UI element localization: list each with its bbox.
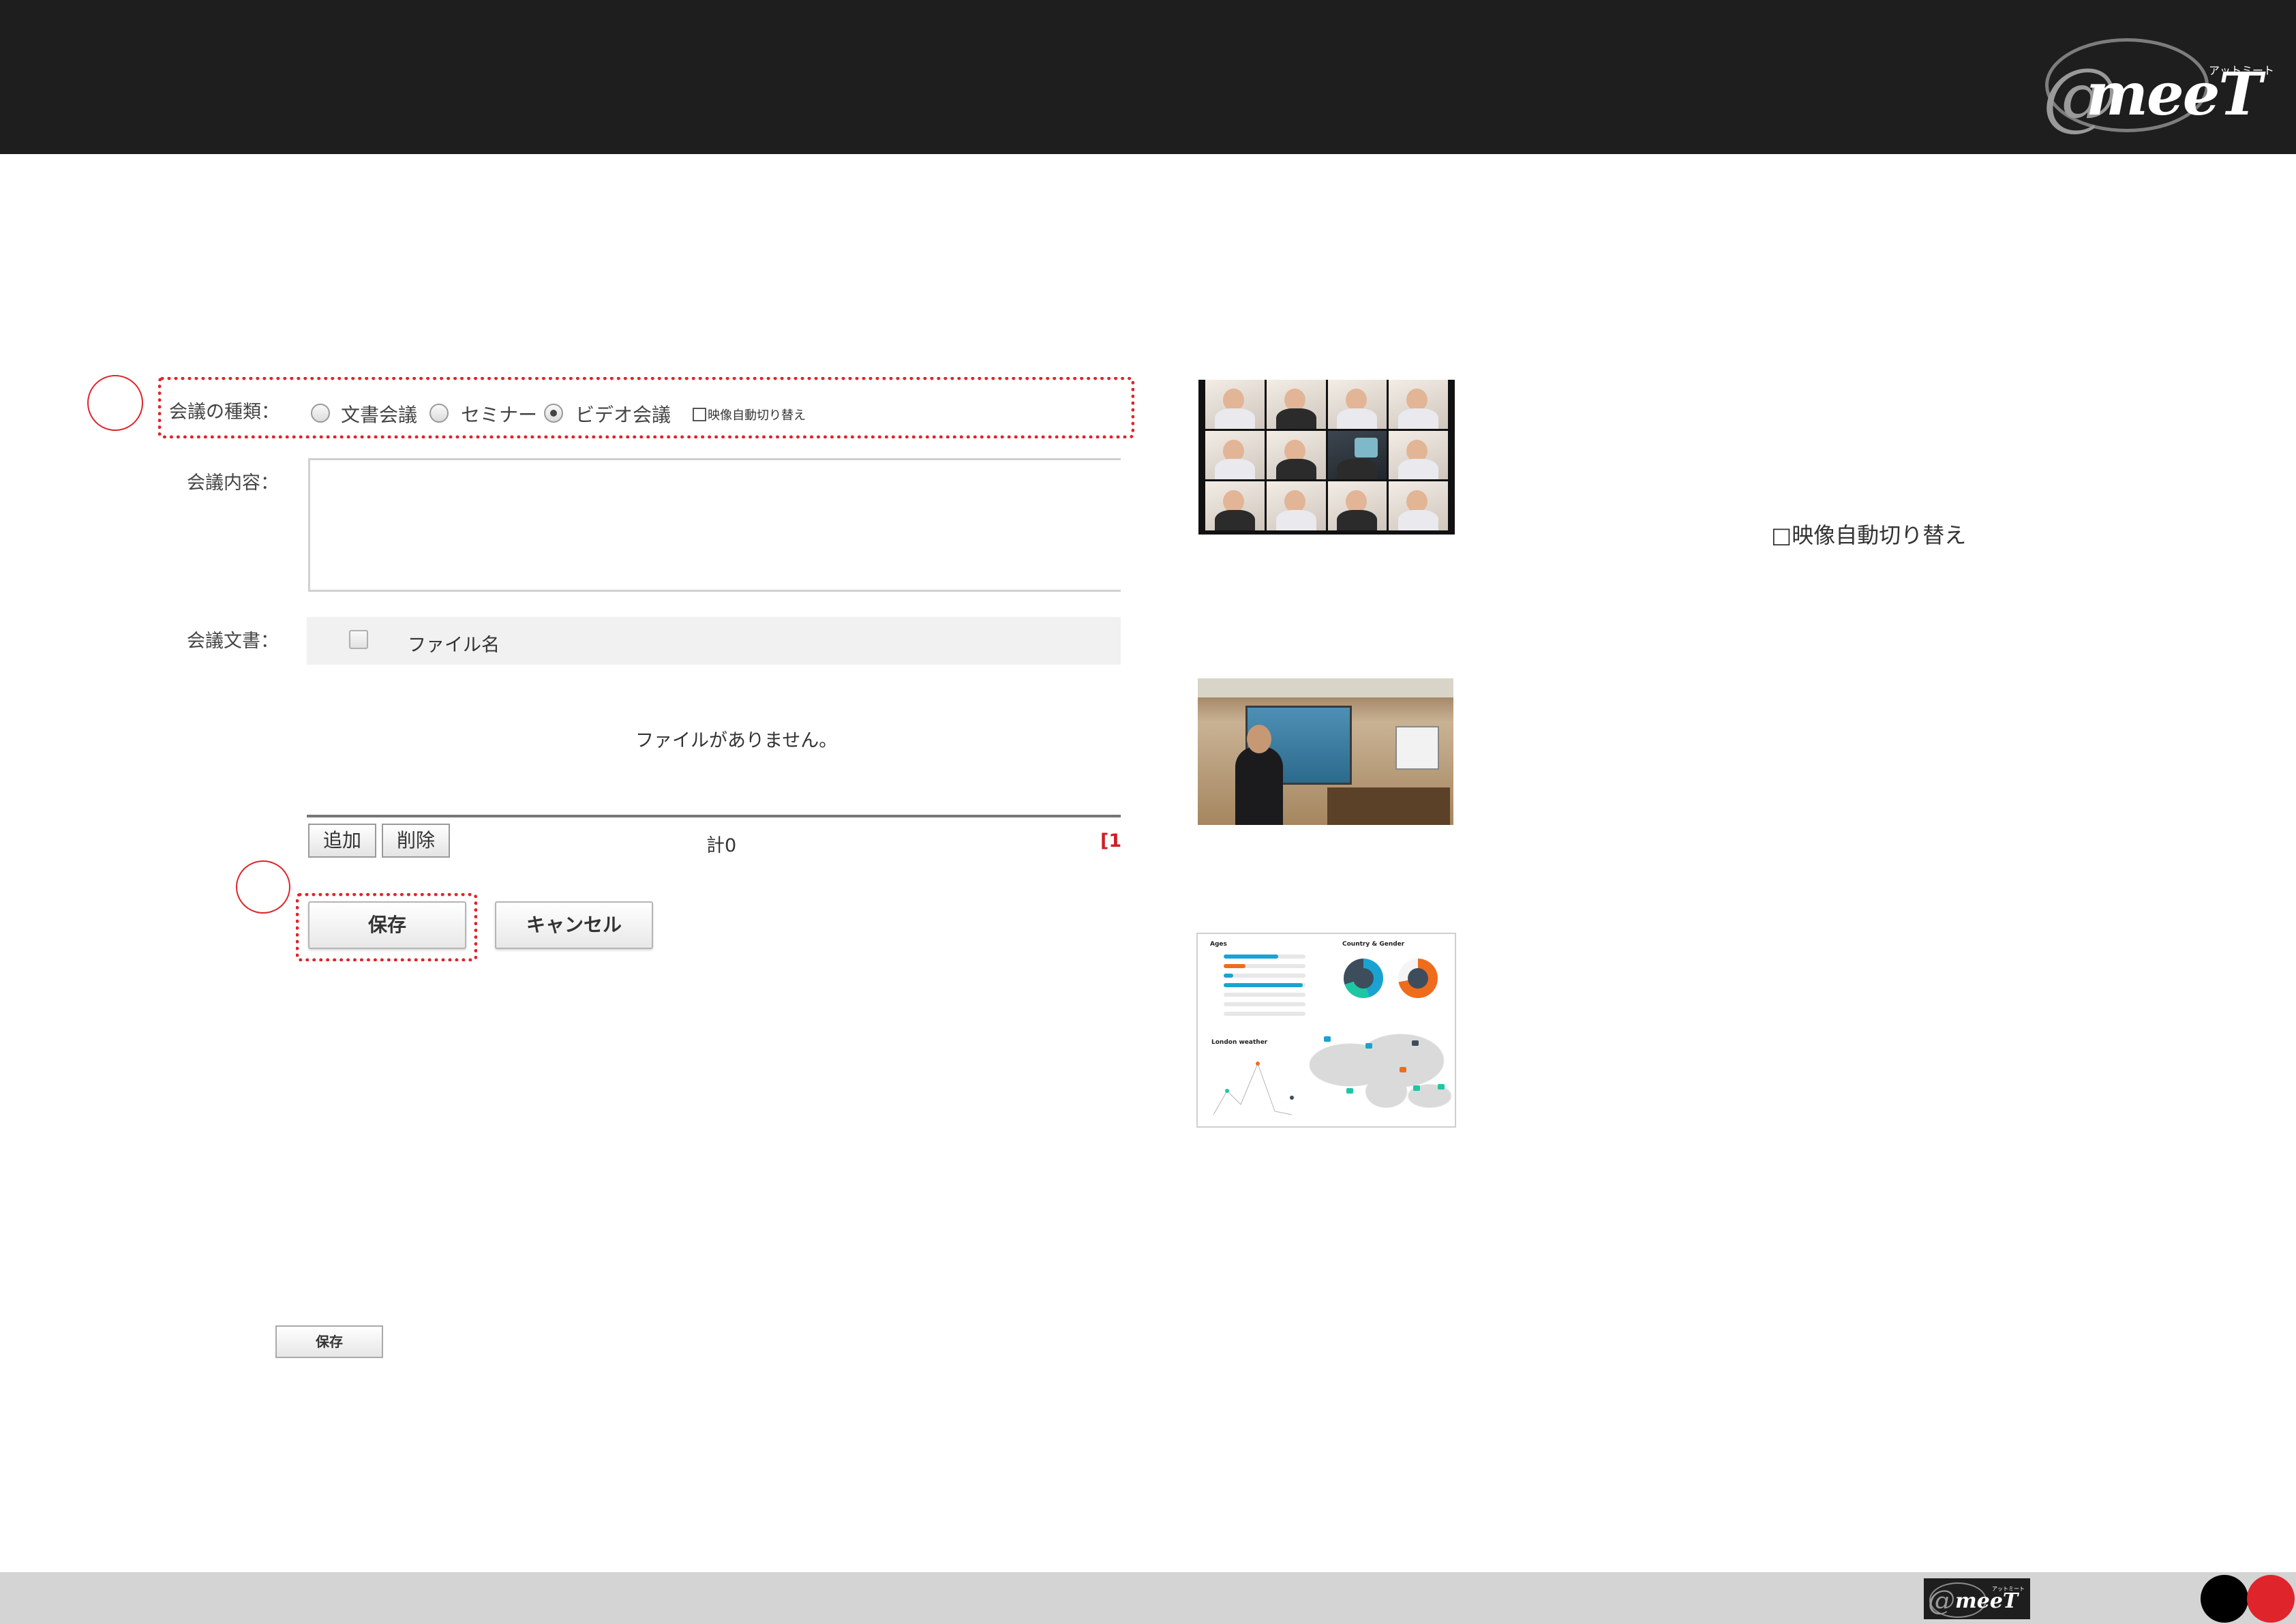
seminar-desk	[1327, 787, 1450, 825]
video-meeting-thumbnail	[1198, 380, 1455, 535]
file-name-column-header: ファイル名	[408, 635, 500, 656]
dash-ages-title: Ages	[1210, 941, 1227, 948]
footer-black-dot	[2201, 1575, 2248, 1623]
seminar-presenter	[1235, 747, 1283, 825]
document-meeting-thumbnail: Ages Country & Gender London weather	[1196, 933, 1456, 1128]
dash-bar	[1224, 954, 1278, 959]
dash-map-pin	[1438, 1084, 1445, 1089]
dash-map-pin	[1346, 1088, 1353, 1094]
dash-bar-track	[1224, 1012, 1305, 1016]
header-bar	[0, 0, 2296, 154]
seminar-board	[1395, 726, 1439, 770]
delete-file-button[interactable]: 削除	[382, 824, 450, 858]
footer-ameet-logo: @ meeT アットミート	[1924, 1578, 2030, 1619]
footer-logo-kana: アットミート	[1992, 1586, 2025, 1592]
video-tile	[1327, 430, 1387, 480]
dash-bar-track	[1224, 993, 1305, 997]
video-tile	[1266, 430, 1326, 480]
dash-weather-chart	[1213, 1062, 1294, 1115]
step-marker-1	[87, 375, 143, 431]
seminar-ceiling	[1198, 678, 1453, 697]
video-tile	[1389, 481, 1448, 530]
video-tile	[1205, 380, 1265, 429]
video-tile	[1266, 380, 1326, 429]
radio-document-meeting-label: 文書会議	[341, 404, 418, 426]
radio-seminar[interactable]	[429, 404, 449, 423]
footer-logo-at: @	[1928, 1585, 1955, 1617]
auto-switch-annotation: □映像自動切り替え	[1771, 518, 2003, 548]
dash-bar	[1224, 983, 1303, 987]
cancel-button[interactable]: キャンセル	[495, 901, 653, 949]
video-tile	[1266, 481, 1326, 530]
footer-logo-wordmark: meeT	[1955, 1589, 2019, 1613]
dash-weather-title: London weather	[1211, 1039, 1268, 1046]
dash-map-pin	[1324, 1036, 1331, 1042]
auto-switch-label: 映像自動切り替え	[708, 408, 806, 423]
file-total: 計0	[706, 835, 737, 856]
documents-label: 会議文書：	[187, 631, 279, 652]
video-tile	[1389, 380, 1448, 429]
video-tile	[1327, 380, 1387, 429]
footer-red-dot	[2247, 1575, 2295, 1623]
auto-switch-checkbox[interactable]	[693, 408, 706, 421]
content-label: 会議内容：	[187, 472, 279, 494]
dash-bar	[1224, 974, 1233, 978]
dash-donut-country	[1344, 959, 1383, 998]
dash-world-map	[1307, 1029, 1451, 1118]
video-tile	[1205, 481, 1265, 530]
seminar-thumbnail	[1198, 678, 1453, 825]
dash-bar-track	[1224, 974, 1305, 978]
video-tile-grid	[1205, 380, 1448, 530]
content-textarea[interactable]	[308, 458, 1121, 592]
logo-kana: アットミート	[2209, 64, 2275, 77]
radio-seminar-label: セミナー	[461, 404, 538, 426]
dash-bar	[1224, 964, 1245, 968]
auto-switch-annotation-text: □映像自動切り替え	[1771, 522, 1967, 548]
add-file-button[interactable]: 追加	[308, 824, 376, 858]
mini-save-button[interactable]: 保存	[275, 1325, 383, 1358]
radio-document-meeting[interactable]	[311, 404, 330, 423]
dash-map-pin	[1400, 1067, 1406, 1072]
seminar-presenter-head	[1247, 725, 1271, 753]
dash-map-pin	[1413, 1085, 1420, 1091]
radio-video-meeting-label: ビデオ会議	[575, 404, 671, 426]
dash-country-gender-title: Country & Gender	[1342, 941, 1405, 948]
dash-bar-track	[1224, 1002, 1305, 1006]
radio-video-meeting[interactable]	[544, 404, 563, 423]
video-tile	[1389, 430, 1448, 480]
page-indicator: [1	[1100, 830, 1122, 852]
ameet-logo: @ meeT アットミート	[2038, 27, 2284, 139]
meeting-type-label: 会議の種類：	[169, 402, 280, 423]
video-tile	[1327, 481, 1387, 530]
save-button[interactable]: 保存	[308, 901, 466, 949]
video-tile	[1205, 430, 1265, 480]
file-table-rule	[307, 815, 1121, 817]
dash-map-pin	[1365, 1043, 1372, 1049]
empty-file-message: ファイルがありません。	[635, 730, 838, 751]
dash-donut-gender	[1398, 959, 1438, 998]
step-marker-2	[236, 860, 290, 914]
select-all-files-checkbox[interactable]	[349, 630, 368, 649]
dash-map-pin	[1412, 1040, 1419, 1046]
